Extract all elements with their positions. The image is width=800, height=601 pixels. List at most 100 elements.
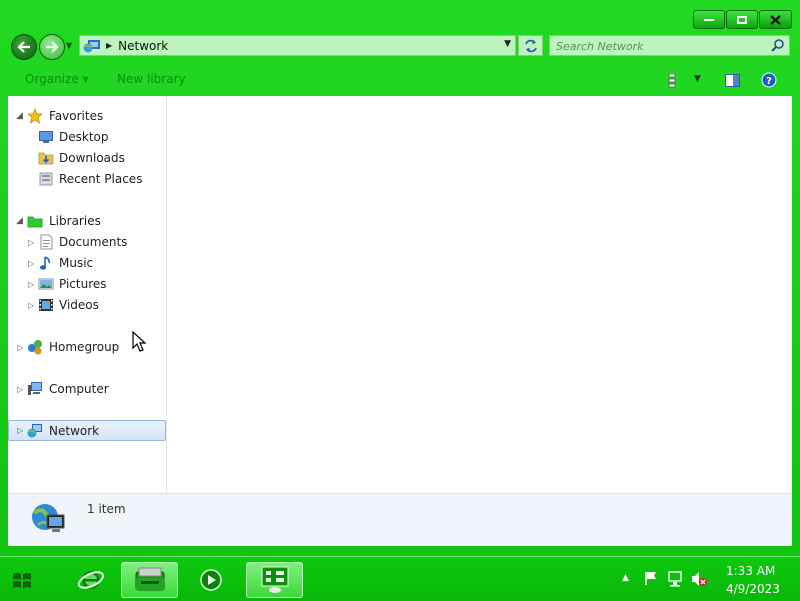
view-options-icon: [668, 73, 676, 88]
back-arrow-icon: [17, 41, 30, 53]
computer-icon: [28, 382, 42, 395]
media-player-icon: [199, 569, 222, 591]
start-button[interactable]: [0, 562, 44, 598]
music-icon: [40, 256, 50, 270]
maximize-icon: [737, 15, 747, 24]
clock-time[interactable]: 1:33 AM: [726, 564, 775, 578]
view-dropdown-icon[interactable]: ▼: [694, 74, 701, 84]
documents-icon: [40, 234, 53, 250]
nav-pictures-label: Pictures: [59, 277, 107, 291]
videos-icon: [39, 299, 53, 311]
nav-music-label: Music: [59, 256, 94, 270]
search-icon[interactable]: [771, 38, 785, 52]
refresh-icon: [524, 39, 537, 52]
taskbar-network-app[interactable]: [246, 562, 303, 598]
nav-documents[interactable]: ▷ Documents: [8, 232, 166, 252]
taskbar-windows-explorer[interactable]: [121, 562, 178, 598]
show-hidden-icons-button[interactable]: ▲: [622, 573, 629, 583]
nav-recent-places-label: Recent Places: [59, 172, 143, 186]
recent-pages-dropdown[interactable]: ▼: [66, 41, 72, 50]
expand-arrow-icon[interactable]: ▷: [28, 280, 34, 289]
back-button[interactable]: [11, 34, 37, 60]
expand-arrow-icon[interactable]: ▷: [17, 426, 23, 435]
breadcrumb-arrow-icon[interactable]: ▶: [106, 41, 112, 50]
refresh-button[interactable]: [518, 35, 543, 56]
nav-libraries-label: Libraries: [49, 214, 101, 228]
expand-arrow-icon[interactable]: ▷: [28, 259, 34, 268]
windows-logo-icon: [13, 573, 31, 588]
nav-favorites-label: Favorites: [49, 109, 104, 123]
change-view-button[interactable]: [668, 73, 680, 91]
nav-computer-label: Computer: [49, 382, 109, 396]
network-icon: [27, 423, 42, 437]
desktop-icon: [39, 131, 53, 143]
action-center-flag-button[interactable]: [643, 570, 659, 589]
nav-desktop-label: Desktop: [59, 130, 109, 144]
address-bar[interactable]: ▶ Network ▼: [79, 35, 516, 56]
close-icon: [770, 14, 781, 25]
breadcrumb-network[interactable]: Network: [118, 39, 168, 53]
content-area: ◢ Favorites Desktop Downloads Recent Pla…: [8, 96, 792, 493]
close-button[interactable]: [759, 10, 792, 29]
network-icon: [83, 39, 100, 52]
item-count: 1 item: [87, 502, 126, 516]
collapse-arrow-icon[interactable]: ◢: [16, 216, 23, 226]
recent-places-icon: [39, 172, 53, 186]
help-icon: ?: [761, 72, 777, 88]
speaker-muted-icon: [692, 572, 707, 586]
clock-date[interactable]: 4/9/2023: [726, 582, 780, 596]
windows-explorer-icon: [135, 567, 164, 591]
address-dropdown-icon[interactable]: ▼: [504, 39, 511, 49]
search-box[interactable]: [549, 35, 790, 57]
network-tray-icon: [668, 571, 682, 587]
nav-videos[interactable]: ▷ Videos: [8, 295, 166, 315]
network-large-icon: [32, 504, 65, 532]
collapse-arrow-icon[interactable]: ◢: [16, 111, 23, 121]
expand-arrow-icon[interactable]: ▷: [17, 385, 23, 394]
nav-desktop[interactable]: Desktop: [8, 127, 166, 147]
minimize-icon: [704, 18, 714, 21]
expand-arrow-icon[interactable]: ▷: [17, 343, 23, 352]
nav-computer[interactable]: ▷ Computer: [8, 379, 166, 399]
internet-explorer-icon: [77, 571, 104, 589]
nav-network-label: Network: [49, 423, 100, 438]
nav-homegroup-label: Homegroup: [49, 340, 120, 354]
downloads-folder-icon: [38, 152, 54, 165]
flag-icon: [645, 572, 656, 585]
preview-pane-button[interactable]: [725, 74, 740, 91]
file-list[interactable]: [167, 96, 792, 493]
mouse-cursor-icon: [132, 331, 147, 352]
navigation-pane: ◢ Favorites Desktop Downloads Recent Pla…: [8, 96, 167, 493]
forward-button[interactable]: [39, 34, 65, 60]
nav-recent-places[interactable]: Recent Places: [8, 169, 166, 189]
nav-favorites[interactable]: ◢ Favorites: [8, 106, 166, 126]
expand-arrow-icon[interactable]: ▷: [28, 301, 34, 310]
volume-muted-button[interactable]: [690, 570, 708, 591]
nav-music[interactable]: ▷ Music: [8, 253, 166, 273]
nav-downloads-label: Downloads: [59, 151, 125, 165]
search-input[interactable]: [550, 36, 778, 57]
help-button[interactable]: ?: [761, 72, 777, 91]
taskbar-media-player[interactable]: [182, 562, 239, 598]
preview-pane-icon: [725, 74, 740, 87]
pictures-icon: [38, 278, 54, 290]
nav-pictures[interactable]: ▷ Pictures: [8, 274, 166, 294]
svg-text:?: ?: [766, 76, 772, 87]
new-library-button[interactable]: New library: [117, 72, 186, 86]
nav-documents-label: Documents: [59, 235, 128, 249]
nav-videos-label: Videos: [59, 298, 99, 312]
star-icon: [27, 108, 43, 124]
taskbar-internet-explorer[interactable]: [62, 562, 119, 598]
expand-arrow-icon[interactable]: ▷: [28, 238, 34, 247]
maximize-button[interactable]: [726, 10, 758, 29]
taskbar: ▲: [0, 556, 800, 601]
homegroup-icon: [28, 340, 42, 355]
minimize-button[interactable]: [693, 10, 725, 29]
network-tray-button[interactable]: [667, 570, 685, 591]
nav-network[interactable]: ▷ Network: [8, 420, 166, 441]
forward-arrow-icon: [46, 41, 59, 53]
nav-downloads[interactable]: Downloads: [8, 148, 166, 168]
libraries-icon: [27, 216, 43, 228]
organize-menu[interactable]: Organize ▾: [25, 72, 89, 86]
nav-libraries[interactable]: ◢ Libraries: [8, 211, 166, 231]
